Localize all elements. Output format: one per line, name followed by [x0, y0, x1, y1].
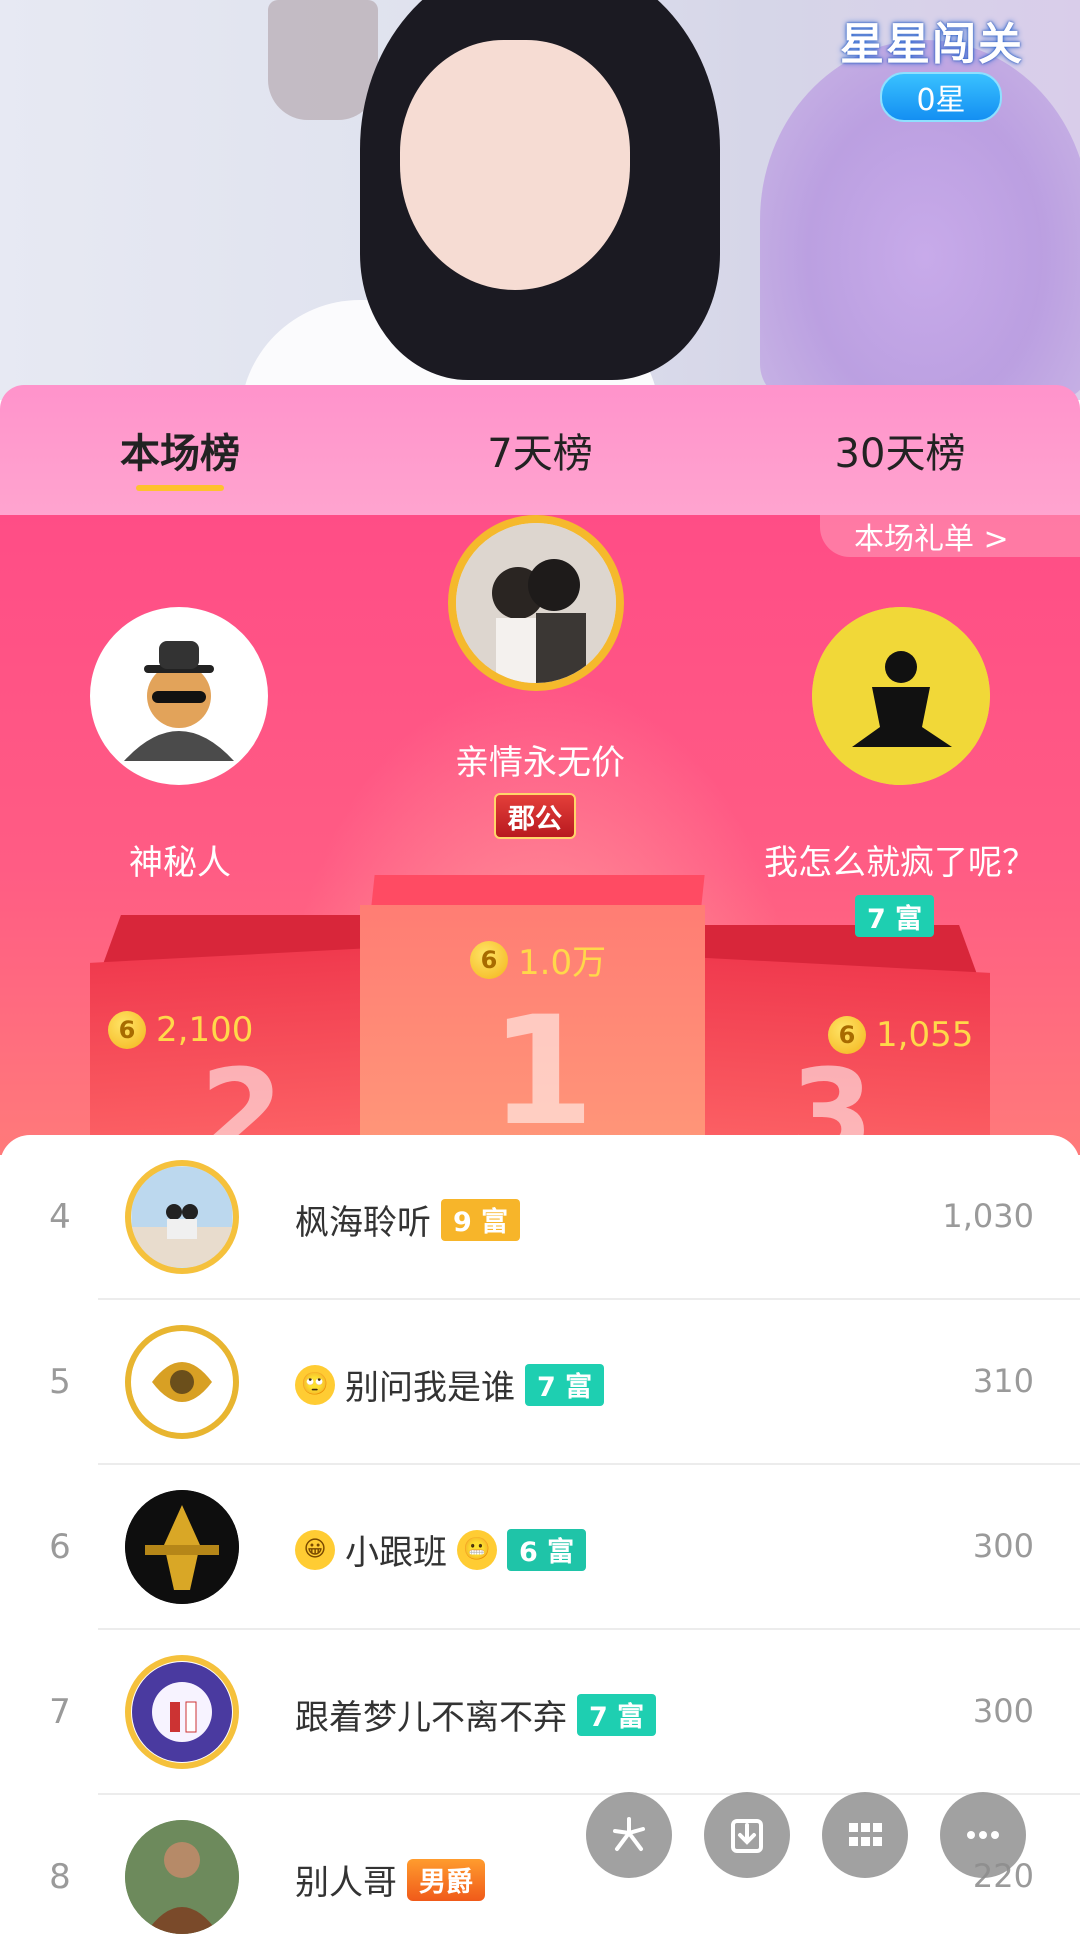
first-place-score: 6 1.0万 — [470, 935, 606, 984]
contribution-score: 300 — [972, 1692, 1034, 1730]
meditation-silhouette-icon — [812, 607, 990, 785]
third-place-rich-badge: 7 富 — [855, 895, 935, 937]
avatar[interactable] — [125, 1820, 239, 1934]
coin-icon: 6 — [108, 1011, 146, 1049]
user-name: 跟着梦儿不离不弃 — [295, 1698, 567, 1738]
rich-level-badge: 7 富 — [577, 1693, 657, 1736]
coin-icon: 6 — [828, 1016, 866, 1054]
download-icon — [731, 1819, 763, 1853]
golden-statue-icon — [125, 1490, 239, 1604]
grinning-emoji-icon: 😀 — [295, 1529, 335, 1570]
avatar[interactable] — [125, 1655, 239, 1769]
list-item[interactable]: 4 枫海聆听 9 富 1,030 — [0, 1135, 1080, 1300]
list-item[interactable]: 5 🙄 别问我是谁 7 富 310 — [0, 1300, 1080, 1465]
row-name-wrap: 跟着梦儿不离不弃 7 富 — [295, 1690, 657, 1739]
list-item[interactable]: 7 跟着梦儿不离不弃 7 富 300 — [0, 1630, 1080, 1795]
rich-level-badge: 9 富 — [441, 1198, 521, 1241]
tab-current-session[interactable]: 本场榜 — [0, 385, 360, 515]
user-name: 小跟班 — [345, 1533, 447, 1573]
third-place-badge-wrap: 7 富 — [855, 895, 935, 937]
tab-7-days[interactable]: 7天榜 — [360, 385, 720, 515]
avatar[interactable] — [125, 1160, 239, 1274]
golden-dragon-icon — [132, 1332, 232, 1432]
third-place-avatar[interactable] — [812, 607, 990, 785]
active-tab-indicator — [136, 485, 224, 491]
avatar[interactable] — [125, 1325, 239, 1439]
avatar[interactable] — [125, 1490, 239, 1604]
ranking-list: 4 枫海聆听 9 富 1,030 5 🙄 别问我是谁 7 富 310 6 😀 小… — [0, 1135, 1080, 1934]
stars-badge[interactable]: 0星 — [880, 72, 1002, 122]
rank-number: 6 — [49, 1527, 71, 1567]
second-place-score-value: 2,100 — [156, 1010, 254, 1050]
monk-photo-icon — [125, 1820, 239, 1934]
live-video[interactable]: 星星闯关 0星 — [0, 0, 1080, 400]
contribution-score: 310 — [972, 1362, 1034, 1400]
list-item[interactable]: 8 别人哥 男爵 220 — [0, 1795, 1080, 1960]
leaderboard-tabs: 本场榜 7天榜 30天榜 — [0, 385, 1080, 515]
moon-couple-icon — [132, 1662, 232, 1762]
rich-level-badge: 7 富 — [525, 1363, 605, 1406]
row-name-wrap: 枫海聆听 9 富 — [295, 1195, 521, 1244]
tab-label: 30天榜 — [834, 431, 966, 477]
first-place-noble-badge: 郡公 — [494, 793, 576, 839]
contribution-score: 1,030 — [942, 1197, 1034, 1235]
gift-list-link[interactable]: 本场礼单 > — [820, 515, 1080, 557]
first-place-badge-wrap: 郡公 — [494, 793, 576, 839]
row-name-wrap: 😀 小跟班 😬 6 富 — [295, 1525, 587, 1574]
rank-number: 8 — [49, 1857, 71, 1897]
tab-30-days[interactable]: 30天榜 — [720, 385, 1080, 515]
rich-level-badge: 6 富 — [507, 1528, 587, 1571]
tab-label: 7天榜 — [487, 431, 593, 477]
podium-section: 本场礼单 > 1 2 3 亲情永无价 郡公 6 1.0万 神秘人 6 2,100… — [0, 515, 1080, 1155]
mystery-person-icon — [104, 621, 254, 771]
podium-rank-1: 1 — [490, 985, 595, 1155]
share-button[interactable] — [586, 1792, 672, 1878]
user-name: 枫海聆听 — [295, 1203, 431, 1243]
background-lamp — [268, 0, 378, 120]
user-name: 别问我是谁 — [345, 1368, 515, 1408]
second-place-score: 6 2,100 — [108, 1010, 253, 1050]
couple-photo-icon — [456, 523, 616, 683]
streamer-face — [400, 40, 630, 290]
coin-icon: 6 — [470, 940, 508, 979]
contribution-score: 300 — [972, 1527, 1034, 1565]
first-place-name: 亲情永无价 — [455, 743, 625, 783]
noble-rank-badge: 男爵 — [407, 1858, 485, 1901]
eye-roll-emoji-icon: 🙄 — [295, 1364, 335, 1405]
grimacing-emoji-icon: 😬 — [457, 1529, 497, 1570]
more-button[interactable] — [940, 1792, 1026, 1878]
first-place-avatar[interactable] — [448, 515, 624, 691]
beach-couple-icon — [132, 1167, 232, 1267]
second-place-name: 神秘人 — [129, 843, 231, 883]
download-button[interactable] — [704, 1792, 790, 1878]
tab-label: 本场榜 — [120, 431, 240, 477]
more-icon — [967, 1831, 999, 1839]
event-title[interactable]: 星星闯关 — [840, 8, 1024, 72]
second-place-avatar[interactable] — [90, 607, 268, 785]
apps-button[interactable] — [822, 1792, 908, 1878]
row-name-wrap: 🙄 别问我是谁 7 富 — [295, 1360, 605, 1409]
apps-icon — [849, 1823, 882, 1846]
third-place-score-value: 1,055 — [876, 1015, 974, 1055]
user-name: 别人哥 — [295, 1863, 397, 1903]
first-place-score-value: 1.0万 — [518, 943, 607, 983]
third-place-score: 6 1,055 — [828, 1015, 973, 1055]
rank-number: 4 — [49, 1197, 71, 1237]
share-icon — [613, 1817, 645, 1851]
third-place-name: 我怎么就疯了呢？ — [764, 843, 1036, 883]
rank-number: 5 — [49, 1362, 71, 1402]
rank-number: 7 — [49, 1692, 71, 1732]
list-item[interactable]: 6 😀 小跟班 😬 6 富 300 — [0, 1465, 1080, 1630]
row-name-wrap: 别人哥 男爵 — [295, 1855, 485, 1904]
